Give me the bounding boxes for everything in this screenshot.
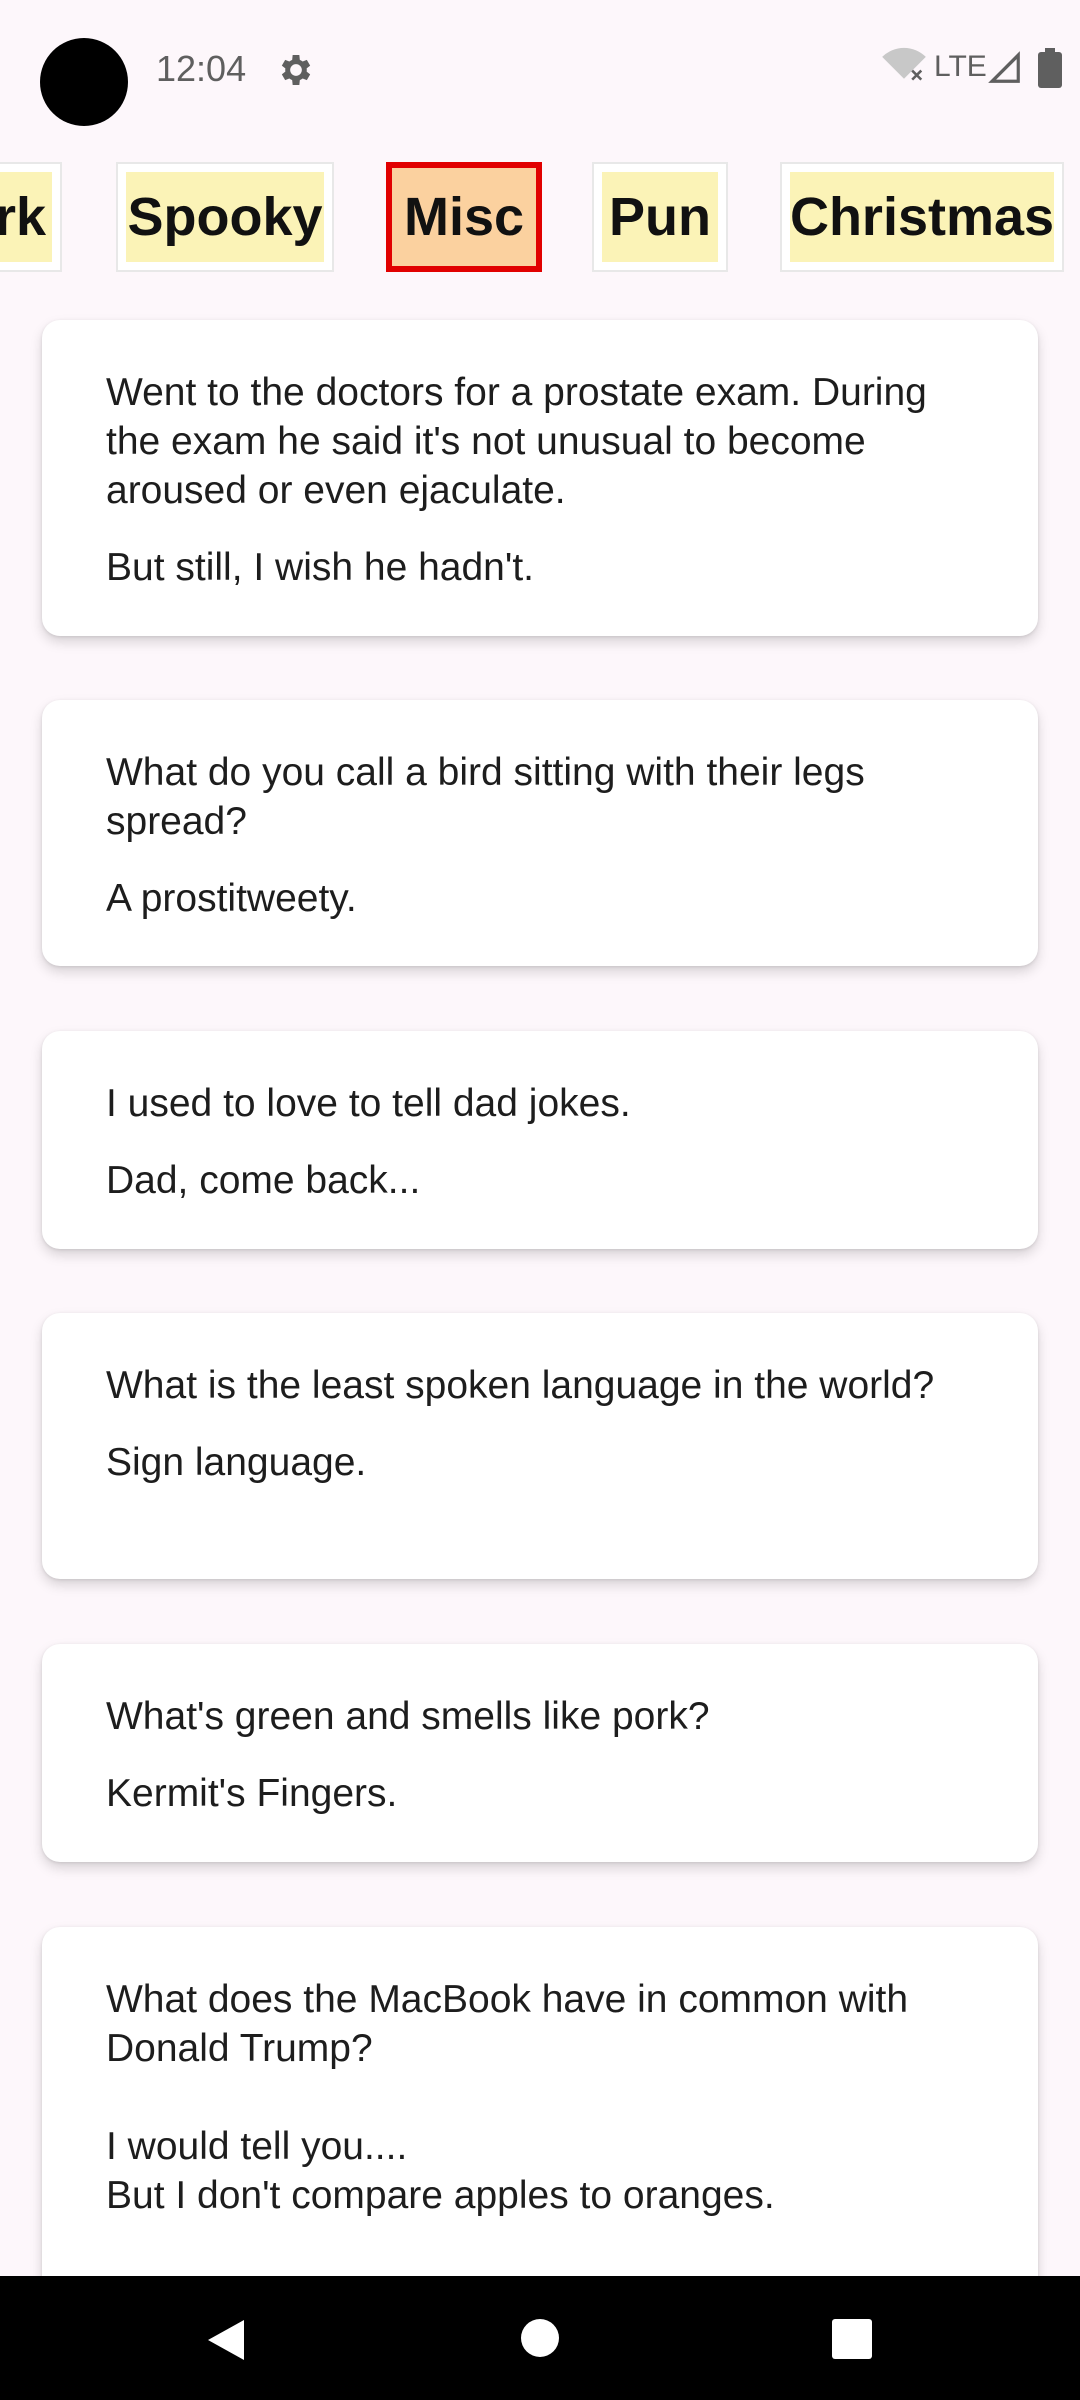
screen: 12:04 LTE rk Spooky Misc Pun Christmas W… (0, 0, 1080, 2400)
joke-card[interactable]: I used to love to tell dad jokes. Dad, c… (42, 1031, 1038, 1249)
wifi-off-icon (882, 47, 926, 81)
category-chip-label: Misc (392, 168, 536, 266)
joke-punchline: Sign language. (106, 1441, 367, 1484)
joke-punchline: Dad, come back... (106, 1159, 421, 1202)
joke-card[interactable]: What does the MacBook have in common wit… (42, 1927, 1038, 2276)
category-chip-label: Christmas (790, 172, 1054, 262)
camera-cutout (40, 38, 128, 126)
clock: 12:04 (156, 48, 247, 89)
signal-icon (988, 51, 1020, 83)
joke-punchline: But still, I wish he hadn't. (106, 546, 534, 589)
category-chip-spooky[interactable]: Spooky (116, 162, 334, 272)
joke-setup: I used to love to tell dad jokes. (106, 1082, 631, 1125)
joke-setup: Went to the doctors for a prostate exam.… (106, 371, 927, 512)
joke-card[interactable]: What is the least spoken language in the… (42, 1313, 1038, 1579)
joke-card[interactable]: What's green and smells like pork? Kermi… (42, 1644, 1038, 1862)
status-bar: 12:04 LTE (0, 0, 1080, 132)
joke-setup: What does the MacBook have in common wit… (106, 1978, 909, 2217)
joke-list[interactable]: Went to the doctors for a prostate exam.… (0, 300, 1080, 2276)
joke-card[interactable]: What do you call a bird sitting with the… (42, 700, 1038, 966)
joke-setup: What's green and smells like pork? (106, 1695, 710, 1738)
navigation-bar (0, 2276, 1080, 2400)
joke-setup: What do you call a bird sitting with the… (106, 751, 865, 843)
back-icon[interactable] (156, 2276, 296, 2400)
recents-icon[interactable] (782, 2276, 922, 2400)
category-chip-label: Spooky (126, 172, 324, 262)
home-icon[interactable] (470, 2276, 610, 2400)
category-chip-pun[interactable]: Pun (592, 162, 728, 272)
category-chip-dark[interactable]: rk (0, 162, 62, 272)
joke-card[interactable]: Went to the doctors for a prostate exam.… (42, 320, 1038, 636)
joke-punchline: Kermit's Fingers. (106, 1772, 398, 1815)
joke-setup: What is the least spoken language in the… (106, 1364, 935, 1407)
category-chip-christmas[interactable]: Christmas (780, 162, 1064, 272)
joke-punchline: A prostitweety. (106, 877, 357, 920)
battery-icon (1038, 48, 1062, 88)
network-type: LTE (934, 50, 987, 83)
category-tabs: rk Spooky Misc Pun Christmas (0, 158, 1080, 278)
category-chip-label: Pun (602, 172, 718, 262)
settings-icon (281, 55, 311, 85)
category-chip-label: rk (0, 172, 52, 262)
category-chip-misc[interactable]: Misc (386, 162, 542, 272)
